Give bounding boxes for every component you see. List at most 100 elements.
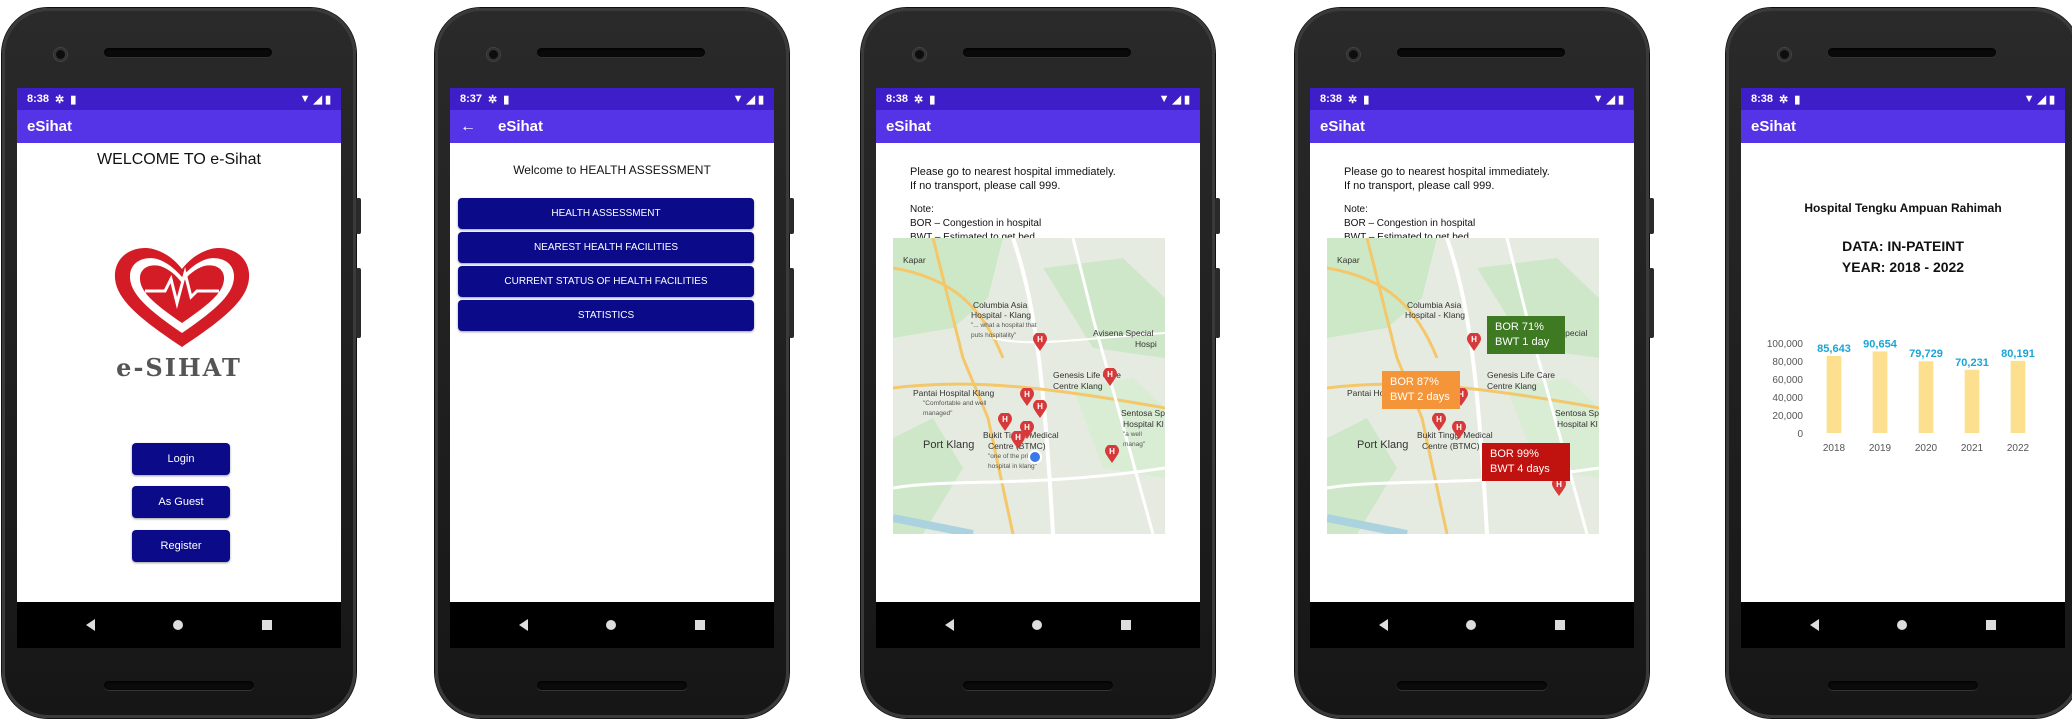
- bottom-speaker: [537, 681, 687, 690]
- note-bor: BOR – Congestion in hospital: [910, 218, 1042, 229]
- status-box-green[interactable]: BOR 71% BWT 1 day: [1487, 316, 1565, 354]
- statistics-button[interactable]: STATISTICS: [458, 300, 754, 331]
- map-label: Columbia Asia: [1407, 300, 1462, 310]
- map-label: Port Klang: [1357, 439, 1409, 451]
- nearest-facilities-button[interactable]: NEAREST HEALTH FACILITIES: [458, 232, 754, 263]
- status-box-orange[interactable]: BOR 87% BWT 2 days: [1382, 371, 1460, 409]
- status-bar: 8:38 ✲ ▮ ▼ ◢ ▮: [876, 88, 1200, 110]
- hospital-pin-icon[interactable]: H: [1432, 413, 1446, 431]
- nav-back-icon[interactable]: [945, 619, 955, 631]
- hospital-pin-icon[interactable]: H: [1011, 431, 1025, 449]
- bor-value: BOR 99%: [1490, 448, 1539, 460]
- screen: 8:38 ✲ ▮ ▼ ◢ ▮ eSihat Please go to nearest …: [876, 88, 1200, 648]
- data-type: DATA: IN-PATEINT: [1842, 238, 1964, 254]
- data-label: 79,729: [1909, 348, 1943, 360]
- system-nav-bar: [1741, 602, 2065, 648]
- hospital-pin-icon[interactable]: H: [998, 413, 1012, 431]
- nav-home-icon[interactable]: [1897, 620, 1908, 630]
- screen: 8:38 ✲ ▮ ▼ ◢ ▮ eSihat WELCOME TO e-Sihat e-…: [17, 88, 341, 648]
- logo-text: e-SIHAT: [116, 353, 242, 382]
- nav-recents-icon[interactable]: [1554, 620, 1565, 630]
- map-label: Sentosa Sp: [1555, 408, 1599, 418]
- map-label: Kapar: [903, 255, 926, 265]
- signal-icon: ◢: [313, 93, 322, 106]
- hospital-pin-icon[interactable]: H: [1033, 400, 1047, 418]
- hospital-pin-icon[interactable]: H: [1452, 421, 1466, 439]
- phone-nearest-map: 8:38 ✲ ▮ ▼ ◢ ▮ eSihat Please go to nearest …: [861, 8, 1220, 718]
- nav-recents-icon[interactable]: [1120, 620, 1131, 630]
- nav-recents-icon[interactable]: [261, 620, 272, 630]
- sd-card-icon: ▮: [503, 93, 510, 106]
- hospital-pin-icon[interactable]: H: [1467, 333, 1481, 351]
- bar: [1964, 369, 1980, 433]
- map-label: Hospital Kl: [1557, 419, 1598, 429]
- y-tick-label: 40,000: [1772, 393, 1803, 404]
- status-box-red[interactable]: BOR 99% BWT 4 days: [1482, 443, 1570, 481]
- earpiece-speaker: [1397, 48, 1565, 57]
- data-label: 85,643: [1817, 343, 1851, 355]
- hospital-name: Hospital Tengku Ampuan Rahimah: [1804, 201, 2002, 215]
- sd-card-icon: ▮: [929, 93, 936, 106]
- phone-login: 8:38 ✲ ▮ ▼ ◢ ▮ eSihat WELCOME TO e-Sihat e-…: [2, 8, 361, 718]
- data-label: 80,191: [2001, 348, 2035, 360]
- nav-back-icon[interactable]: [519, 619, 529, 631]
- svg-text:H: H: [1456, 423, 1462, 432]
- sd-card-icon: ▮: [70, 93, 77, 106]
- nav-back-icon[interactable]: [1810, 619, 1820, 631]
- x-tick-label: 2018: [1823, 443, 1846, 454]
- signal-icon: ◢: [1172, 93, 1181, 106]
- battery-icon: ▮: [1183, 93, 1190, 106]
- current-status-button[interactable]: CURRENT STATUS OF HEALTH FACILITIES: [458, 266, 754, 297]
- nav-back-icon[interactable]: [86, 619, 96, 631]
- hospital-pin-icon[interactable]: H: [1105, 445, 1119, 463]
- nav-home-icon[interactable]: [173, 620, 184, 630]
- svg-text:H: H: [1015, 433, 1021, 442]
- settings-icon: ✲: [1779, 93, 1789, 106]
- nav-recents-icon[interactable]: [1985, 620, 1996, 630]
- y-tick-label: 20,000: [1772, 411, 1803, 422]
- screen: 8:38 ✲ ▮ ▼ ◢ ▮ eSihat Please go to nearest …: [1310, 88, 1634, 648]
- battery-icon: ▮: [1617, 93, 1624, 106]
- app-title: eSihat: [27, 118, 73, 135]
- y-tick-label: 80,000: [1772, 357, 1803, 368]
- nav-back-icon[interactable]: [1379, 619, 1389, 631]
- y-tick-label: 0: [1797, 429, 1803, 440]
- svg-text:H: H: [1109, 447, 1115, 456]
- map-view[interactable]: Kapar Columbia Asia Hospital - Klang Avi…: [1327, 238, 1599, 534]
- data-label: 70,231: [1955, 357, 1989, 369]
- svg-text:H: H: [1024, 423, 1030, 432]
- signal-icon: ◢: [746, 93, 755, 106]
- wifi-icon: ▼: [732, 93, 744, 105]
- system-nav-bar: [876, 602, 1200, 648]
- x-tick-label: 2019: [1869, 443, 1892, 454]
- app-bar: ← eSihat: [450, 110, 774, 143]
- current-location-icon: [1028, 450, 1042, 464]
- nav-recents-icon[interactable]: [694, 620, 705, 630]
- map-label: Kapar: [1337, 255, 1360, 265]
- health-assessment-button[interactable]: HEALTH ASSESSMENT: [458, 198, 754, 229]
- login-button[interactable]: Login: [132, 443, 230, 475]
- instruction-line: Please go to nearest hospital immediatel…: [910, 166, 1116, 178]
- front-camera: [913, 48, 926, 61]
- nav-home-icon[interactable]: [606, 620, 617, 630]
- back-arrow-icon[interactable]: ←: [460, 118, 476, 136]
- x-tick-label: 2020: [1915, 443, 1938, 454]
- hospital-pin-icon[interactable]: H: [1020, 388, 1034, 406]
- battery-icon: ▮: [324, 93, 331, 106]
- earpiece-speaker: [537, 48, 705, 57]
- nav-home-icon[interactable]: [1466, 620, 1477, 630]
- map-view[interactable]: Kapar Columbia Asia Hospital - Klang "..…: [893, 238, 1165, 534]
- register-button[interactable]: Register: [132, 530, 230, 562]
- hospital-pin-icon[interactable]: H: [1033, 333, 1047, 351]
- screen: 8:37 ✲ ▮ ▼ ◢ ▮ ← eSihat Welcome to HEALTH A…: [450, 88, 774, 648]
- nav-home-icon[interactable]: [1032, 620, 1043, 630]
- map-label: Hospital - Klang: [1405, 310, 1466, 320]
- map-label: Hospital Kl: [1123, 419, 1164, 429]
- instructions: Please go to nearest hospital immediatel…: [910, 165, 1116, 245]
- guest-button[interactable]: As Guest: [132, 486, 230, 518]
- hospital-pin-icon[interactable]: H: [1103, 368, 1117, 386]
- bor-value: BOR 87%: [1390, 376, 1439, 388]
- earpiece-speaker: [104, 48, 272, 57]
- svg-text:H: H: [1556, 480, 1562, 489]
- screen: 8:38 ✲ ▮ ▼ ◢ ▮ eSihat Hospital Tengku Ampua…: [1741, 88, 2065, 648]
